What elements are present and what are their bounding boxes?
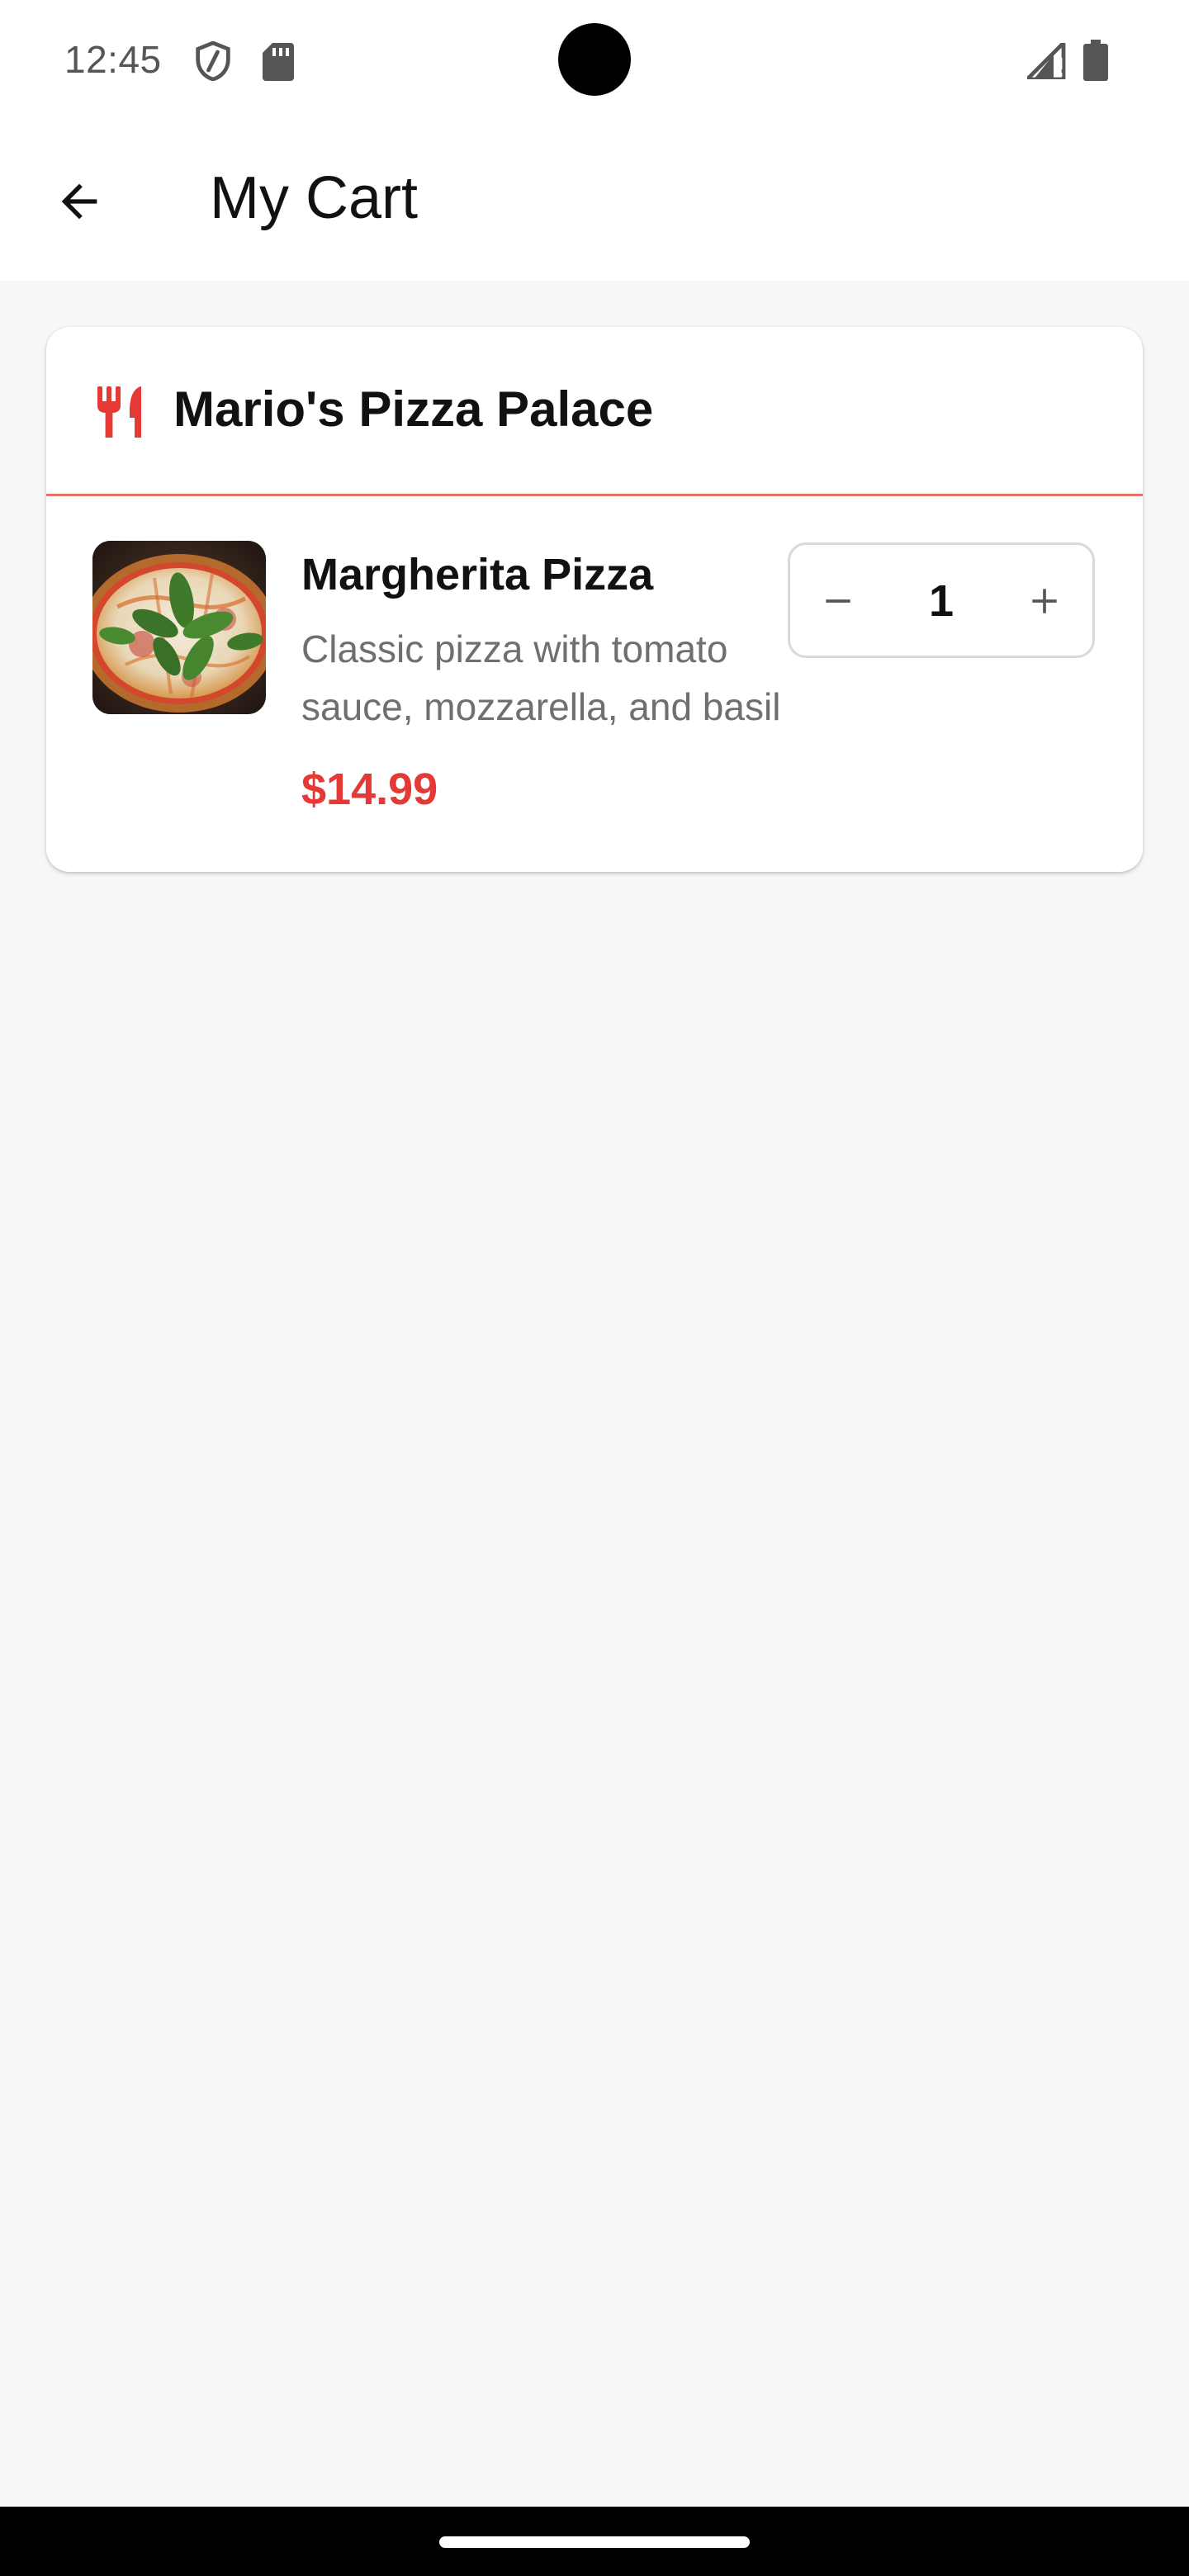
status-bar: 12:45: [0, 0, 1189, 119]
quantity-value: 1: [928, 576, 955, 626]
quantity-stepper: 1: [788, 542, 1095, 658]
back-button[interactable]: [40, 162, 119, 241]
signal-icon: [1027, 43, 1066, 79]
battery-icon: [1083, 40, 1108, 81]
status-time: 12:45: [64, 38, 162, 81]
utensils-icon: [97, 386, 141, 438]
navigation-bar: [0, 2507, 1189, 2576]
item-description: Classic pizza with tomato sauce, mozzare…: [301, 627, 781, 728]
decrease-quantity-button[interactable]: [798, 561, 878, 641]
restaurant-name: Mario's Pizza Palace: [173, 381, 654, 437]
home-indicator[interactable]: [439, 2536, 750, 2548]
minus-icon: [826, 599, 850, 603]
app-bar: My Cart: [0, 119, 1189, 281]
item-price: $14.99: [301, 765, 438, 814]
restaurant-header: Mario's Pizza Palace: [46, 327, 1143, 496]
arrow-back-icon: [61, 183, 97, 220]
plus-icon: [1032, 589, 1057, 613]
restaurant-cart-card: Mario's Pizza Palace Margherita Pizza Cl…: [46, 327, 1143, 872]
cart-item: Margherita Pizza Classic pizza with toma…: [46, 496, 1143, 872]
pizza-image: [92, 541, 266, 714]
item-name: Margherita Pizza: [301, 550, 654, 599]
sd-card-icon: [263, 43, 294, 81]
increase-quantity-button[interactable]: [1005, 561, 1084, 641]
camera-cutout: [558, 23, 631, 96]
page-title: My Cart: [210, 165, 418, 231]
shield-icon: [196, 41, 230, 81]
